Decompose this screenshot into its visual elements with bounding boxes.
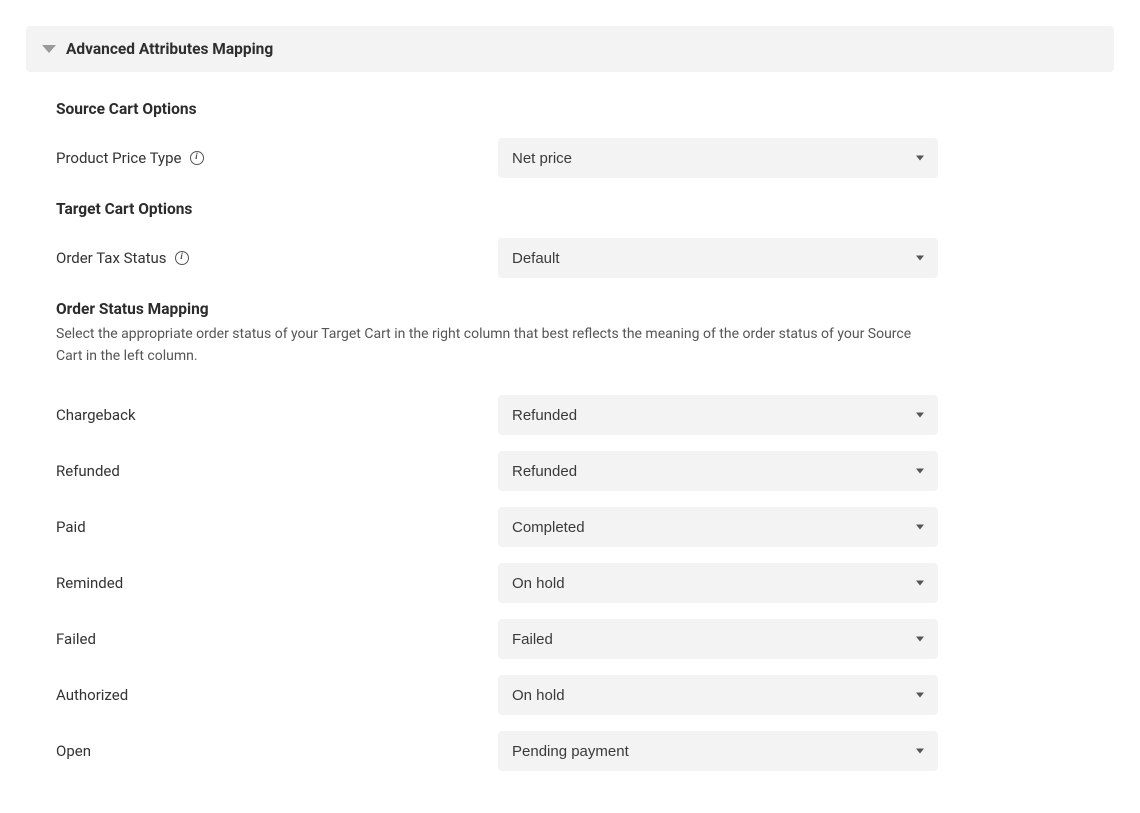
select-mapping-target[interactable]: Refunded [498, 395, 938, 435]
select-mapping-target[interactable]: On hold [498, 563, 938, 603]
field-order-tax-status: Order Tax Status i Default [56, 238, 1084, 278]
mapping-source-label: Refunded [56, 462, 120, 480]
mapping-row: Chargeback Refunded [56, 395, 1084, 435]
accordion-content: Source Cart Options Product Price Type i… [26, 72, 1114, 771]
select-product-price-type[interactable]: Net price [498, 138, 938, 178]
info-icon[interactable]: i [175, 251, 189, 265]
mapping-row: Paid Completed [56, 507, 1084, 547]
mapping-source-label: Failed [56, 630, 96, 648]
select-mapping-target[interactable]: On hold [498, 675, 938, 715]
mapping-source-label: Reminded [56, 574, 123, 592]
mapping-source-label: Authorized [56, 686, 128, 704]
order-status-mapping-rows: Chargeback Refunded Refunded Refunded [56, 395, 1084, 771]
mapping-source-label: Paid [56, 518, 86, 536]
chevron-down-icon [42, 45, 56, 53]
select-mapping-target[interactable]: Refunded [498, 451, 938, 491]
accordion-header-advanced-attributes[interactable]: Advanced Attributes Mapping [26, 26, 1114, 72]
section-title-target-cart: Target Cart Options [56, 200, 1084, 218]
settings-panel: Advanced Attributes Mapping Source Cart … [0, 0, 1140, 813]
select-mapping-target[interactable]: Completed [498, 507, 938, 547]
mapping-row: Reminded On hold [56, 563, 1084, 603]
select-order-tax-status[interactable]: Default [498, 238, 938, 278]
section-title-source-cart: Source Cart Options [56, 100, 1084, 118]
section-description: Select the appropriate order status of y… [56, 324, 926, 367]
label-order-tax-status: Order Tax Status [56, 249, 167, 267]
mapping-source-label: Chargeback [56, 406, 136, 424]
mapping-row: Refunded Refunded [56, 451, 1084, 491]
section-title-order-status-mapping: Order Status Mapping [56, 300, 1084, 318]
accordion-title: Advanced Attributes Mapping [66, 40, 273, 58]
label-product-price-type: Product Price Type [56, 149, 182, 167]
select-mapping-target[interactable]: Failed [498, 619, 938, 659]
field-product-price-type: Product Price Type i Net price [56, 138, 1084, 178]
select-mapping-target[interactable]: Pending payment [498, 731, 938, 771]
mapping-row: Failed Failed [56, 619, 1084, 659]
mapping-row: Open Pending payment [56, 731, 1084, 771]
mapping-row: Authorized On hold [56, 675, 1084, 715]
mapping-source-label: Open [56, 742, 91, 760]
info-icon[interactable]: i [190, 151, 204, 165]
